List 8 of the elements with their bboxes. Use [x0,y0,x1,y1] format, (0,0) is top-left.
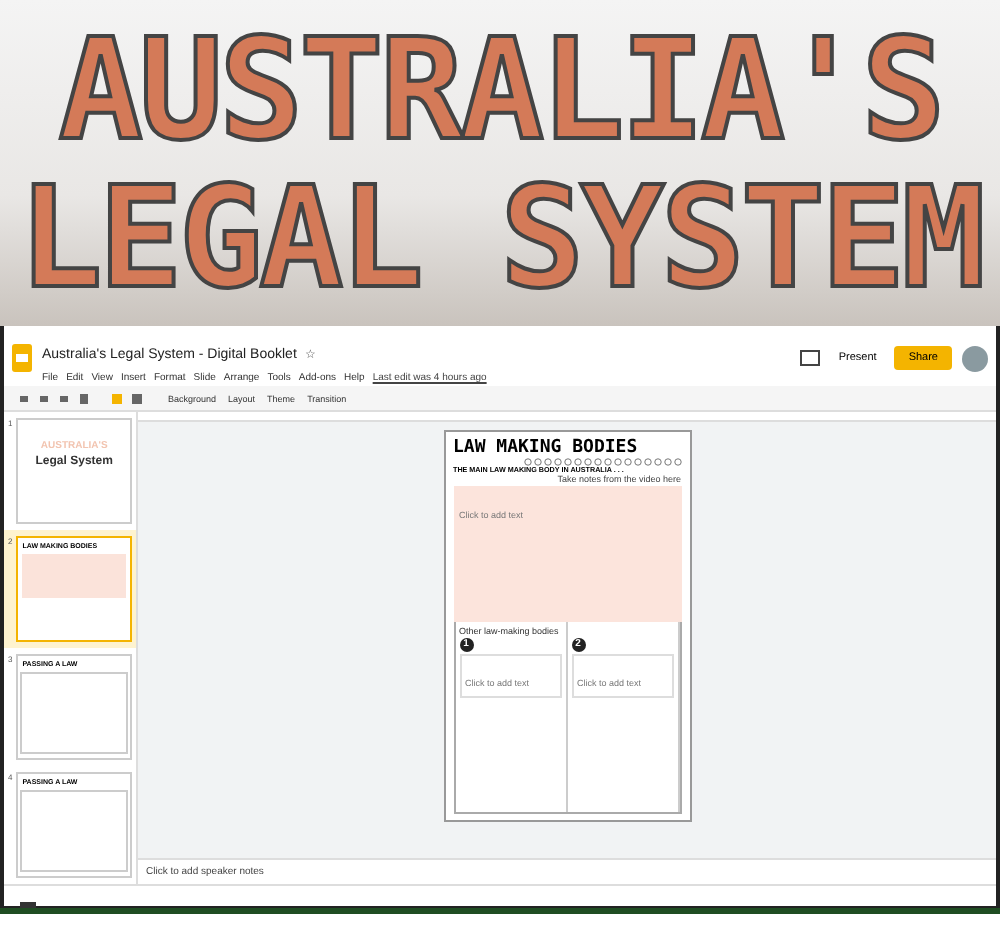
banner-title: LEGAL SYSTEM [18,163,982,311]
avatar-icon[interactable] [962,345,988,371]
thumbnail-panel [20,790,128,872]
slides-logo-icon [12,344,32,372]
banner-title: AUSTRALIA'S [58,15,942,163]
thumbnail-panel [22,554,126,598]
slide-title: LAW MAKING BODIES [453,438,640,458]
thumbnail-panel [20,672,128,754]
